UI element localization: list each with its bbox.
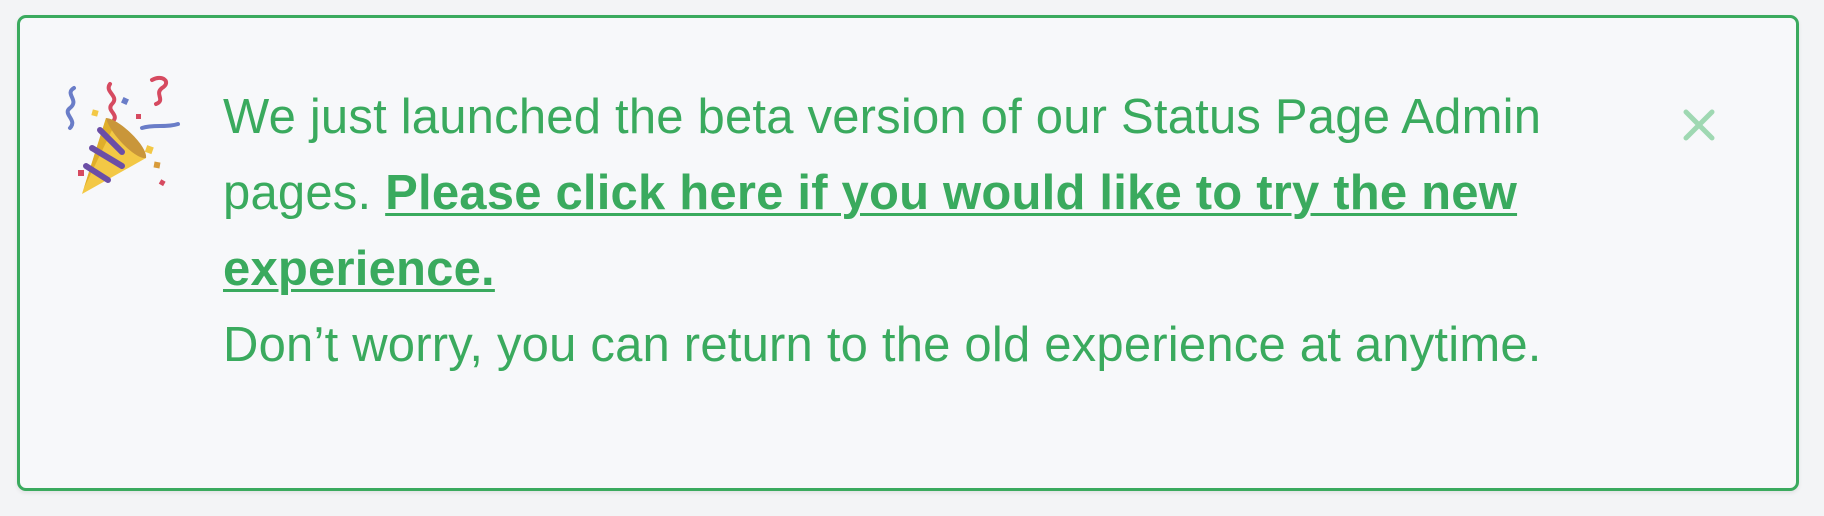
banner-followup-text: Don’t worry, you can return to the old e… bbox=[223, 318, 1542, 372]
beta-announcement-banner: We just launched the beta version of our… bbox=[17, 15, 1799, 491]
try-new-experience-link[interactable]: Please click here if you would like to t… bbox=[223, 166, 1517, 296]
party-popper-icon bbox=[62, 70, 182, 200]
close-button[interactable] bbox=[1670, 96, 1728, 154]
banner-message: We just launched the beta version of our… bbox=[223, 79, 1553, 383]
close-icon bbox=[1683, 109, 1715, 141]
